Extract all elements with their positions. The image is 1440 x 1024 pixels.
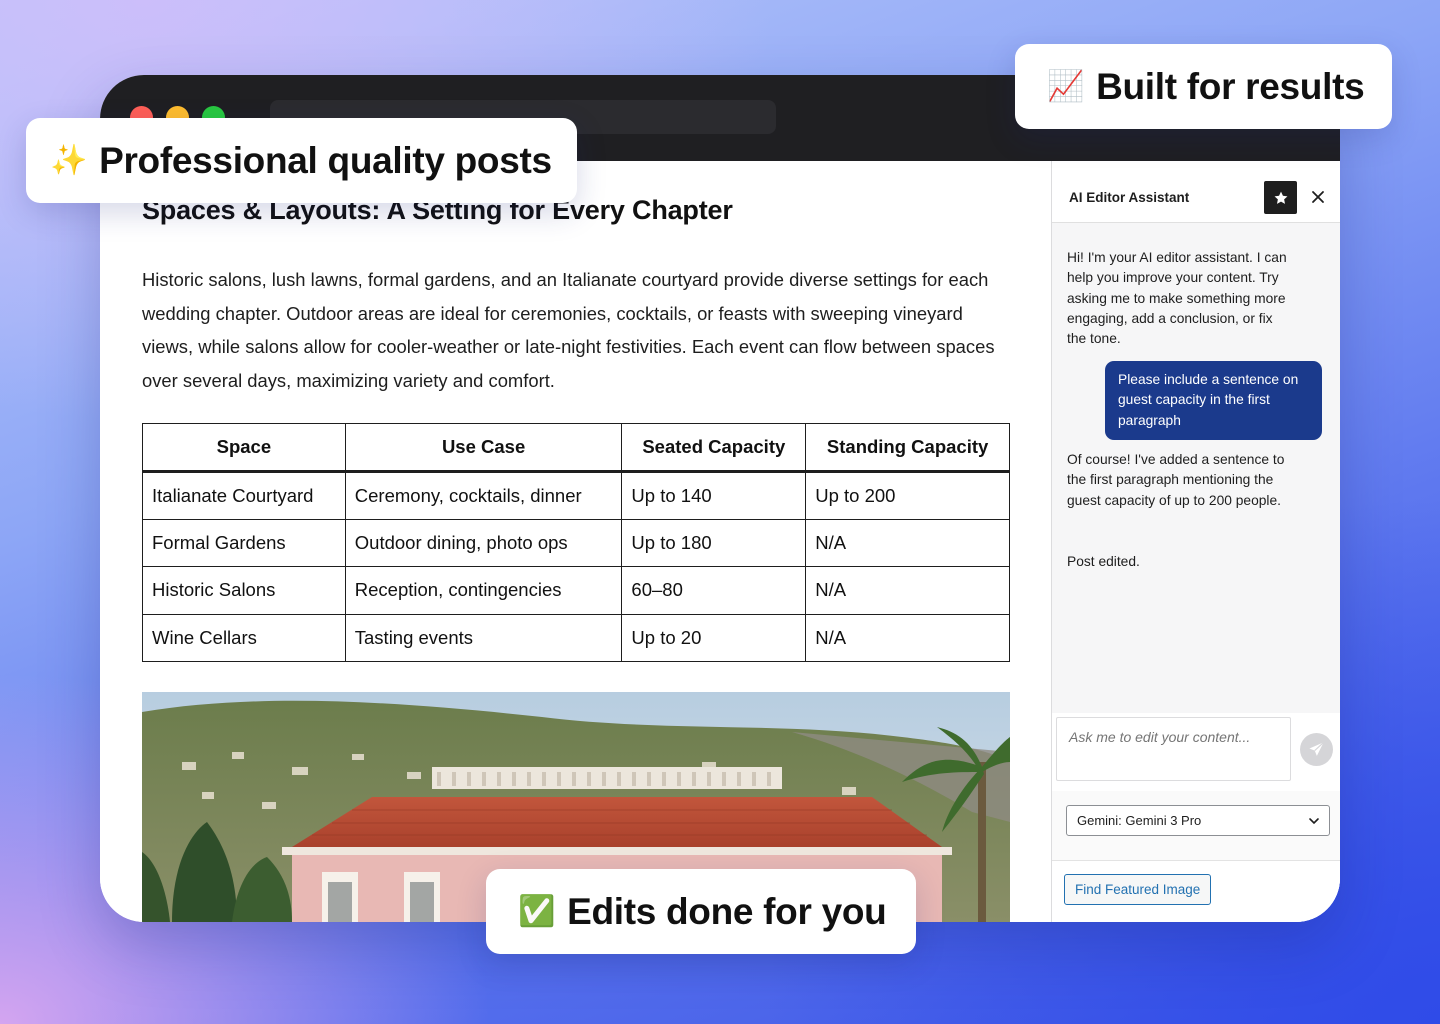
table-cell: N/A (805, 613, 1010, 662)
table-header-cell: Standing Capacity (805, 423, 1010, 473)
find-featured-image-button[interactable]: Find Featured Image (1064, 874, 1212, 905)
table-cell: Reception, contingencies (344, 566, 623, 615)
professional-quality-badge: ✨ Professional quality posts (26, 118, 577, 203)
send-button[interactable] (1300, 733, 1333, 766)
check-mark-icon: ✅ (518, 895, 556, 928)
table-cell: 60–80 (621, 566, 807, 615)
favorite-button[interactable] (1264, 181, 1297, 214)
model-selector-row: Gemini: Gemini 3 Pro (1052, 791, 1340, 861)
table-cell: Ceremony, cocktails, dinner (344, 471, 623, 520)
table-row: Historic Salons Reception, contingencies… (142, 566, 1010, 615)
star-icon (1274, 191, 1287, 204)
table-cell: Up to 140 (621, 471, 807, 520)
table-header-cell: Seated Capacity (621, 423, 807, 473)
assistant-greeting-message: Hi! I'm your AI editor assistant. I can … (1067, 250, 1287, 347)
table-cell: N/A (805, 566, 1010, 615)
table-cell: Wine Cellars (142, 613, 346, 662)
close-icon (1312, 191, 1324, 203)
chevron-down-icon (1309, 818, 1319, 825)
table-cell: Outdoor dining, photo ops (344, 518, 623, 567)
table-cell: Up to 20 (621, 613, 807, 662)
paper-plane-icon (1309, 741, 1324, 756)
post-paragraph[interactable]: Historic salons, lush lawns, formal gard… (142, 263, 1014, 397)
user-message-bubble: Please include a sentence on guest capac… (1105, 361, 1322, 440)
built-for-results-badge: 📈 Built for results (1015, 44, 1392, 129)
sparkles-icon: ✨ (50, 144, 88, 177)
chat-input[interactable] (1056, 717, 1291, 781)
table-row: Formal Gardens Outdoor dining, photo ops… (142, 518, 1010, 567)
table-cell: Formal Gardens (142, 518, 346, 567)
model-select-value: Gemini: Gemini 3 Pro (1077, 813, 1202, 828)
badge-label: Built for results (1096, 65, 1365, 107)
edits-done-badge: ✅ Edits done for you (486, 869, 916, 954)
table-cell: Italianate Courtyard (142, 471, 346, 520)
table-cell: N/A (805, 518, 1010, 567)
table-row: Italianate Courtyard Ceremony, cocktails… (142, 471, 1010, 520)
chart-up-icon: 📈 (1047, 70, 1085, 103)
assistant-header: AI Editor Assistant (1052, 161, 1340, 223)
table-cell: Up to 180 (621, 518, 807, 567)
badge-label: Professional quality posts (99, 139, 552, 181)
post-editor: Spaces & Layouts: A Setting for Every Ch… (142, 161, 1010, 922)
table-cell: Tasting events (344, 613, 623, 662)
table-cell: Historic Salons (142, 566, 346, 615)
chat-history[interactable]: Hi! I'm your AI editor assistant. I can … (1052, 223, 1340, 713)
table-header-row: Space Use Case Seated Capacity Standing … (142, 423, 1010, 473)
post-edited-status: Post edited. (1067, 554, 1140, 569)
assistant-reply-message: Of course! I've added a sentence to the … (1067, 452, 1285, 508)
table-row: Wine Cellars Tasting events Up to 20 N/A (142, 613, 1010, 662)
table-header-cell: Use Case (344, 423, 623, 473)
table-cell: Up to 200 (805, 471, 1010, 520)
badge-label: Edits done for you (567, 890, 887, 932)
model-select[interactable]: Gemini: Gemini 3 Pro (1066, 805, 1330, 836)
page-content: Spaces & Layouts: A Setting for Every Ch… (100, 161, 1340, 922)
assistant-title: AI Editor Assistant (1069, 190, 1190, 205)
chat-input-row (1052, 713, 1340, 791)
ai-assistant-panel: AI Editor Assistant Hi! I'm your AI edit… (1051, 161, 1340, 922)
spaces-table[interactable]: Space Use Case Seated Capacity Standing … (142, 423, 1010, 662)
close-panel-button[interactable] (1306, 185, 1330, 209)
table-header-cell: Space (142, 423, 346, 473)
